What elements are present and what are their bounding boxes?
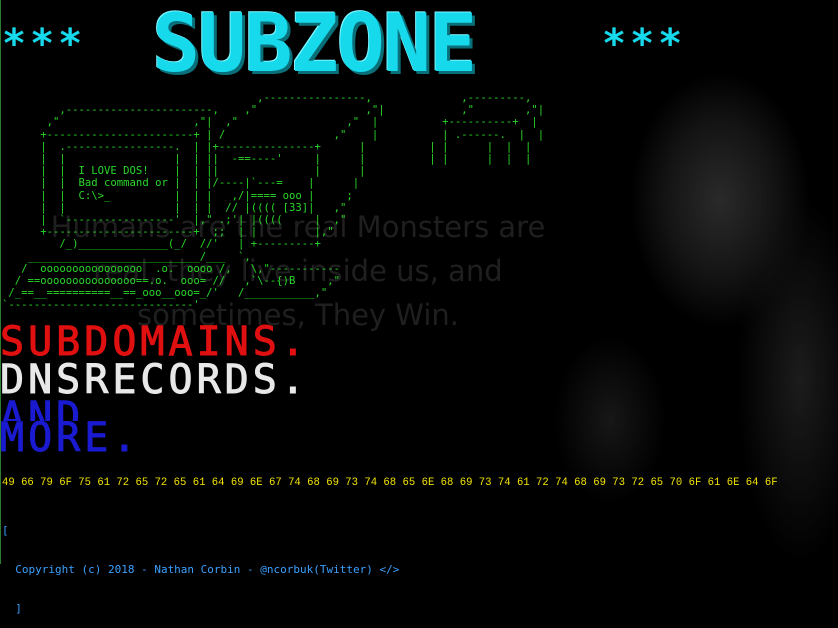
footer-open-bracket: [ <box>2 524 9 537</box>
banner-left-stars: *** <box>2 21 87 67</box>
dnsrecords-heading: DNSRECORDS. <box>0 357 309 403</box>
left-border <box>0 0 1 564</box>
banner-title: SUBZONE <box>152 0 477 90</box>
more-heading: MORE. <box>0 415 141 461</box>
copyright-text: Copyright (c) 2018 - Nathan Corbin - @nc… <box>2 563 400 576</box>
copyright-block: [ Copyright (c) 2018 - Nathan Corbin - @… <box>2 498 399 628</box>
footer-close-bracket: ] <box>2 602 22 615</box>
subdomains-heading: SUBDOMAINS. <box>0 319 309 365</box>
title-banner: *** SUBZONE *** <box>0 4 838 84</box>
banner-right-stars: *** <box>602 21 687 67</box>
hex-message-line: 49 66 79 6F 75 61 72 65 72 65 61 64 69 6… <box>2 477 778 489</box>
ascii-computer-art: ,----------------, ,---------, ,--------… <box>2 92 545 312</box>
